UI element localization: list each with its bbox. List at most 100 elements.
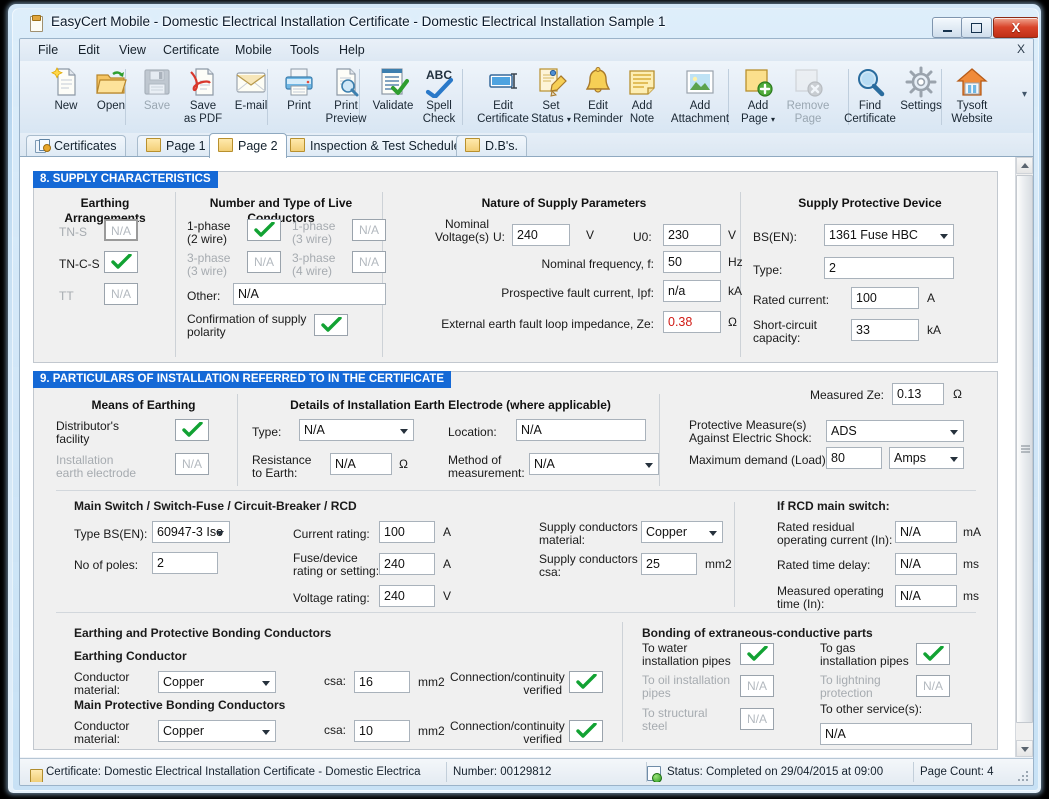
checkbox-earthing-connection-verified[interactable]	[569, 671, 603, 693]
checkbox-supply-polarity[interactable]	[314, 314, 348, 336]
tab-page-2[interactable]: Page 2	[209, 133, 287, 158]
input-voltage-rating[interactable]: 240	[379, 585, 435, 607]
scroll-down-button[interactable]	[1016, 740, 1033, 757]
checkbox-main-bonding-connection-verified[interactable]	[569, 720, 603, 742]
input-measured-operating-time[interactable]: N/A	[895, 585, 957, 607]
input-maximum-demand[interactable]: 80	[826, 447, 882, 469]
checkbox-to-structural-steel[interactable]: N/A	[740, 708, 774, 730]
input-fuse-device-rating[interactable]: 240	[379, 553, 435, 575]
label-device-type: Type:	[753, 263, 783, 277]
input-current-rating[interactable]: 100	[379, 521, 435, 543]
input-prospective-fault-current[interactable]: n/a	[663, 280, 721, 302]
checkbox-tt[interactable]: N/A	[104, 283, 138, 305]
select-earthing-conductor-material[interactable]: Copper	[158, 671, 276, 693]
toolbar-button-print[interactable]: Print	[276, 63, 322, 131]
toolbar-button-new[interactable]: New	[44, 63, 88, 131]
toolbar-button-add-attachment[interactable]: Add Attachment	[665, 63, 735, 131]
select-maximum-demand-unit[interactable]: Amps	[889, 447, 964, 469]
checkbox-1phase-3wire[interactable]: N/A	[352, 219, 386, 241]
select-supply-conductors-material[interactable]: Copper	[641, 521, 723, 543]
input-resistance-to-earth[interactable]: N/A	[330, 453, 392, 475]
input-electrode-location[interactable]: N/A	[516, 419, 646, 441]
tab-certificates[interactable]: Certificates	[26, 135, 126, 158]
toolbar-button-label: Add Attachment	[670, 100, 730, 125]
resize-grip-icon[interactable]	[1018, 771, 1030, 783]
label-measured-ze: Measured Ze:	[809, 388, 884, 402]
input-earthing-csa[interactable]: 16	[354, 671, 410, 693]
checkbox-1phase-2wire[interactable]	[247, 219, 281, 241]
input-short-circuit-capacity[interactable]: 33	[851, 319, 919, 341]
toolbar-button-open[interactable]: Open	[88, 63, 134, 131]
select-method-of-measurement[interactable]: N/A	[529, 453, 659, 475]
tab-inspection-test-schedule[interactable]: Inspection & Test Schedule	[281, 135, 470, 158]
checkbox-to-gas-pipes[interactable]	[916, 643, 950, 665]
close-document-icon[interactable]: X	[1017, 42, 1025, 56]
input-rated-residual-current[interactable]: N/A	[895, 521, 957, 543]
menu-tools[interactable]: Tools	[284, 42, 325, 58]
close-button[interactable]: X	[993, 17, 1038, 38]
toolbar-button-tysoft-website[interactable]: Tysoft Website	[942, 63, 1002, 131]
menu-edit[interactable]: Edit	[72, 42, 106, 58]
toolbar-button-set-status[interactable]: Set Status ▾	[528, 63, 574, 131]
checkbox-3phase-4wire[interactable]: N/A	[352, 251, 386, 273]
minimize-button[interactable]	[932, 17, 963, 38]
checkbox-to-water-pipes[interactable]	[740, 643, 774, 665]
checkbox-tn-s[interactable]: N/A	[104, 219, 138, 241]
toolbar-button-add-note[interactable]: Add Note	[620, 63, 664, 131]
input-to-other-services[interactable]: N/A	[820, 723, 972, 745]
toolbar-button-e-mail[interactable]: E-mail	[226, 63, 276, 131]
toolbar-button-print-preview[interactable]: Print Preview	[322, 63, 370, 131]
toolbar-button-find-certificate[interactable]: Find Certificate	[840, 63, 900, 131]
toolbar-button-label: Edit Certificate	[477, 100, 529, 125]
select-main-switch-type[interactable]: 60947-3 Iso	[152, 521, 230, 543]
input-nominal-frequency[interactable]: 50	[663, 251, 721, 273]
checkbox-installation-earth-electrode[interactable]: N/A	[175, 453, 209, 475]
input-device-type[interactable]: 2	[824, 257, 954, 279]
input-main-bonding-csa[interactable]: 10	[354, 720, 410, 742]
scrollbar-grip-icon	[1021, 445, 1030, 453]
scrollbar-thumb[interactable]	[1016, 175, 1033, 723]
select-value: Copper	[163, 675, 204, 689]
toolbar-expand-icon[interactable]: ▾	[1022, 89, 1027, 100]
tab-dbs[interactable]: D.B's.	[456, 135, 527, 158]
scroll-up-button[interactable]	[1016, 157, 1033, 174]
input-rated-current[interactable]: 100	[851, 287, 919, 309]
toolbar-button-edit-reminder[interactable]: Edit Reminder	[570, 63, 626, 131]
menu-file[interactable]: File	[32, 42, 64, 58]
unit-fuse-device-rating: A	[443, 557, 452, 571]
tab-page-1[interactable]: Page 1	[137, 135, 215, 158]
toolbar-button-spell-check[interactable]: ABC Spell Check	[416, 63, 462, 131]
select-device-bsen[interactable]: 1361 Fuse HBC	[824, 224, 954, 246]
input-other-conductors[interactable]: N/A	[233, 283, 386, 305]
input-nominal-voltage-u[interactable]: 240	[512, 224, 570, 246]
toolbar-button-label: Save as PDF	[183, 100, 223, 125]
label-supply-polarity: Confirmation of supply polarity	[187, 312, 307, 339]
menu-certificate[interactable]: Certificate	[157, 42, 225, 58]
title-bar[interactable]: EasyCert Mobile - Domestic Electrical In…	[13, 9, 1038, 38]
label-to-other-services: To other service(s):	[820, 702, 923, 716]
menu-view[interactable]: View	[113, 42, 152, 58]
input-no-of-poles[interactable]: 2	[152, 552, 218, 574]
select-protective-measures[interactable]: ADS	[826, 420, 964, 442]
checkbox-to-lightning-protection[interactable]: N/A	[916, 675, 950, 697]
checkbox-3phase-3wire[interactable]: N/A	[247, 251, 281, 273]
label-u0: U0:	[633, 230, 652, 244]
menu-mobile[interactable]: Mobile	[229, 42, 278, 58]
toolbar-button-save-as-pdf[interactable]: Save as PDF	[180, 63, 226, 131]
checkbox-to-oil-pipes[interactable]: N/A	[740, 675, 774, 697]
checkbox-tn-c-s[interactable]	[104, 251, 138, 273]
input-measured-ze[interactable]: 0.13	[892, 383, 944, 405]
input-rated-time-delay[interactable]: N/A	[895, 553, 957, 575]
toolbar-button-edit-certificate[interactable]: Edit Certificate	[476, 63, 530, 131]
vertical-scrollbar[interactable]	[1015, 157, 1033, 757]
input-external-ze[interactable]: 0.38	[663, 311, 721, 333]
input-supply-conductors-csa[interactable]: 25	[641, 553, 697, 575]
select-main-bonding-material[interactable]: Copper	[158, 720, 276, 742]
maximize-button[interactable]	[961, 17, 992, 38]
checkbox-distributors-facility[interactable]	[175, 419, 209, 441]
menu-help[interactable]: Help	[333, 42, 371, 58]
toolbar-button-add-page[interactable]: Add Page ▾	[732, 63, 784, 131]
toolbar-button-validate[interactable]: Validate	[370, 63, 416, 131]
input-nominal-voltage-u0[interactable]: 230	[663, 224, 721, 246]
select-electrode-type[interactable]: N/A	[299, 419, 414, 441]
